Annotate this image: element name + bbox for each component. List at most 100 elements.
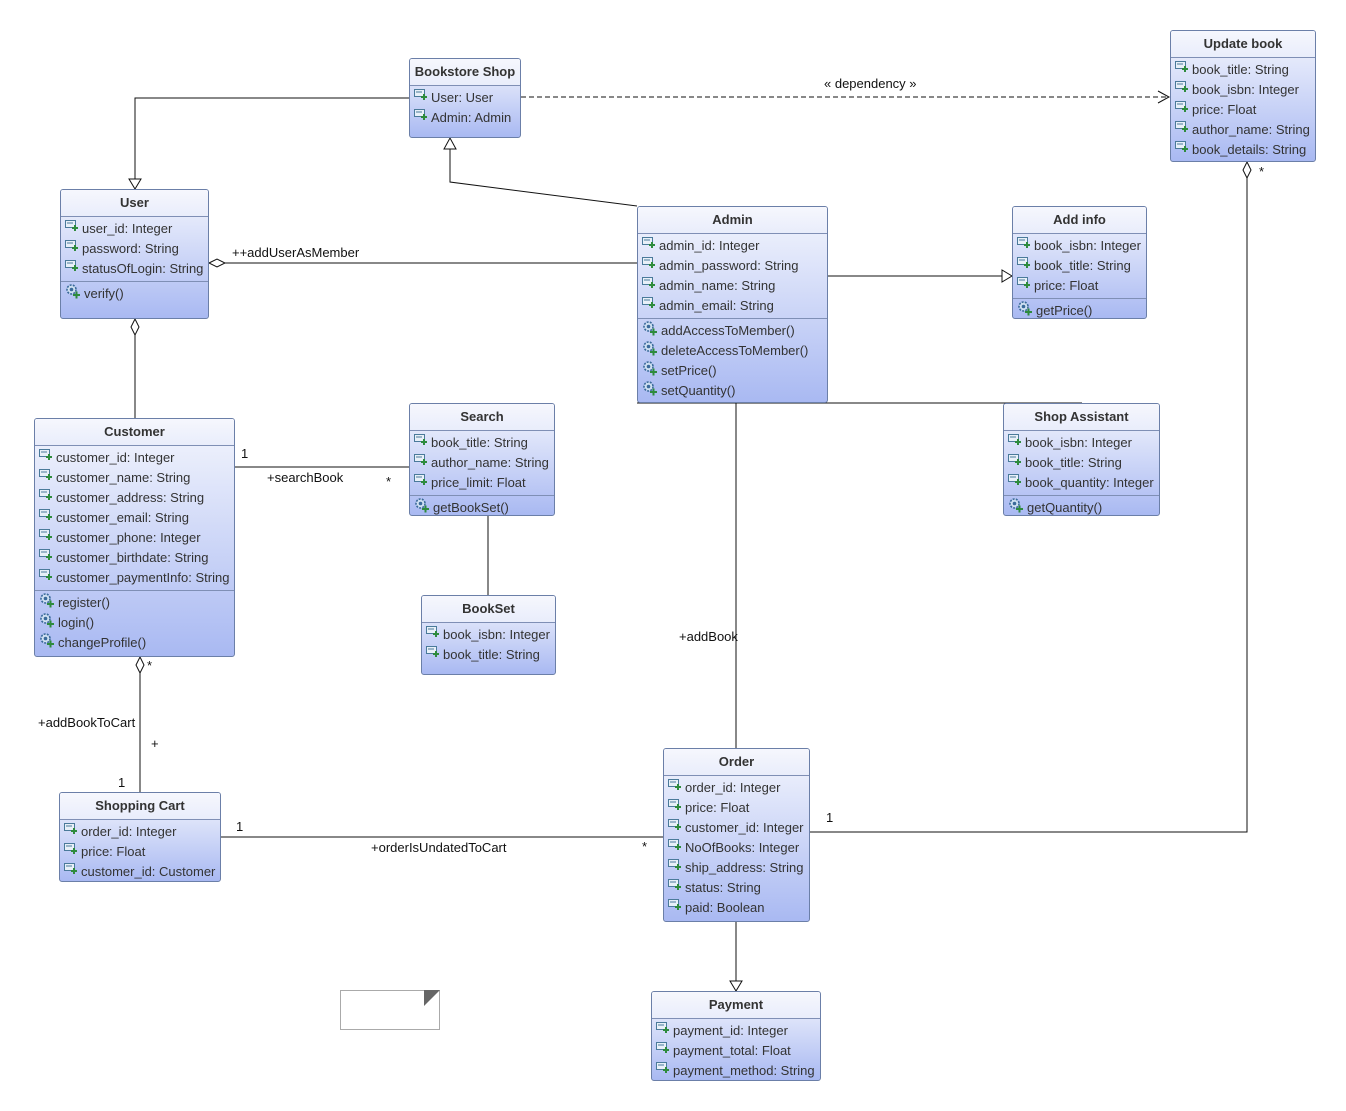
attribute[interactable]: customer_birthdate: String <box>39 548 234 568</box>
attributes-section: order_id: Integer price: Float customer_id… <box>60 820 220 881</box>
operation[interactable]: login() <box>39 613 234 633</box>
operation[interactable]: setQuantity() <box>642 381 827 401</box>
class-addinfo[interactable]: Add info book_isbn: Integer book_title: St… <box>1012 206 1147 319</box>
attribute-text: NoOfBooks: Integer <box>685 840 800 855</box>
attribute-icon <box>39 528 56 548</box>
attribute[interactable]: book_details: String <box>1175 140 1315 160</box>
class-name: BookSet <box>422 596 555 623</box>
attribute[interactable]: customer_id: Integer <box>39 448 234 468</box>
operations-section: addAccessToMember() deleteAccessToMember(… <box>638 318 827 402</box>
attribute[interactable]: customer_email: String <box>39 508 234 528</box>
attribute[interactable]: book_title: String <box>426 645 555 665</box>
attribute[interactable]: book_isbn: Integer <box>1175 80 1315 100</box>
attribute[interactable]: book_title: String <box>414 433 554 453</box>
attribute-text: price: Float <box>685 800 750 815</box>
operation[interactable]: deleteAccessToMember() <box>642 341 827 361</box>
attribute[interactable]: book_isbn: Integer <box>1017 236 1146 256</box>
attribute-text: status: String <box>685 880 761 895</box>
multiplicity-label: 1 <box>236 819 244 834</box>
attribute[interactable]: ship_address: String <box>668 858 809 878</box>
class-update[interactable]: Update book book_title: String book_isbn: … <box>1170 30 1316 162</box>
attribute[interactable]: price: Float <box>668 798 809 818</box>
attribute[interactable]: price: Float <box>1175 100 1315 120</box>
attribute-text: book_isbn: Integer <box>1192 82 1299 97</box>
operation[interactable]: getPrice() <box>1017 301 1146 318</box>
attribute[interactable]: password: String <box>65 239 208 259</box>
multiplicity-label: 1 <box>241 446 249 461</box>
attribute[interactable]: payment_method: String <box>656 1061 820 1080</box>
attribute-text: customer_email: String <box>56 510 189 525</box>
attribute-icon <box>1008 473 1025 493</box>
class-shopassistant[interactable]: Shop Assistant book_isbn: Integer book_tit… <box>1003 403 1160 516</box>
attribute[interactable]: customer_id: Integer <box>668 818 809 838</box>
class-name: Bookstore Shop <box>410 59 520 86</box>
operation[interactable]: verify() <box>65 284 208 304</box>
attribute[interactable]: author_name: String <box>1175 120 1315 140</box>
class-cart[interactable]: Shopping Cart order_id: Integer price: Flo… <box>59 792 221 882</box>
attribute[interactable]: status: String <box>668 878 809 898</box>
attribute[interactable]: Admin: Admin <box>414 108 520 128</box>
attribute[interactable]: author_name: String <box>414 453 554 473</box>
attribute-icon <box>668 838 685 858</box>
attribute-text: customer_id: Integer <box>56 450 175 465</box>
operation-gear-icon <box>414 497 433 515</box>
attribute-text: book_isbn: Integer <box>1025 435 1132 450</box>
operation[interactable]: getBookSet() <box>414 497 554 515</box>
attribute-text: book_title: String <box>431 435 528 450</box>
attribute[interactable]: user_id: Integer <box>65 219 208 239</box>
attribute-icon <box>642 296 659 316</box>
class-bookstore[interactable]: Bookstore Shop User: User Admin: Admin <box>409 58 521 138</box>
attribute[interactable]: price: Float <box>1017 276 1146 296</box>
attribute[interactable]: admin_password: String <box>642 256 827 276</box>
attribute-icon <box>656 1041 673 1061</box>
attribute[interactable]: customer_address: String <box>39 488 234 508</box>
attribute[interactable]: customer_name: String <box>39 468 234 488</box>
attribute[interactable]: payment_total: Float <box>656 1041 820 1061</box>
attribute-icon <box>39 568 56 588</box>
attribute-text: User: User <box>431 90 494 105</box>
attribute[interactable]: book_title: String <box>1017 256 1146 276</box>
operation[interactable]: getQuantity() <box>1008 498 1159 515</box>
attribute-text: order_id: Integer <box>685 780 781 795</box>
operation-text: login() <box>58 615 95 630</box>
attribute[interactable]: paid: Boolean <box>668 898 809 918</box>
attribute[interactable]: admin_email: String <box>642 296 827 316</box>
operation-gear-icon <box>39 632 58 654</box>
attribute[interactable]: book_quantity: Integer <box>1008 473 1159 493</box>
attribute[interactable]: customer_phone: Integer <box>39 528 234 548</box>
association-label: +addBook <box>679 629 738 644</box>
class-payment[interactable]: Payment payment_id: Integer payment_total:… <box>651 991 821 1081</box>
class-search[interactable]: Search book_title: String author_name: Str… <box>409 403 555 516</box>
attribute-icon <box>1017 256 1034 276</box>
attribute[interactable]: book_isbn: Integer <box>1008 433 1159 453</box>
attribute-text: admin_id: Integer <box>659 238 760 253</box>
attribute[interactable]: payment_id: Integer <box>656 1021 820 1041</box>
attribute[interactable]: customer_paymentInfo: String <box>39 568 234 588</box>
attribute[interactable]: customer_id: Customer <box>64 862 220 881</box>
class-order[interactable]: Order order_id: Integer price: Float custom… <box>663 748 810 922</box>
operation[interactable]: changeProfile() <box>39 633 234 653</box>
attribute[interactable]: User: User <box>414 88 520 108</box>
class-user[interactable]: User user_id: Integer password: String stat… <box>60 189 209 319</box>
attribute[interactable]: price_limit: Float <box>414 473 554 493</box>
operation[interactable]: register() <box>39 593 234 613</box>
attribute[interactable]: book_isbn: Integer <box>426 625 555 645</box>
note[interactable] <box>340 990 440 1030</box>
attribute[interactable]: book_title: String <box>1008 453 1159 473</box>
attribute[interactable]: NoOfBooks: Integer <box>668 838 809 858</box>
attribute[interactable]: admin_id: Integer <box>642 236 827 256</box>
attribute[interactable]: price: Float <box>64 842 220 862</box>
operation-gear-icon <box>642 360 661 382</box>
attribute[interactable]: admin_name: String <box>642 276 827 296</box>
operation[interactable]: setPrice() <box>642 361 827 381</box>
attribute-icon <box>668 798 685 818</box>
operation[interactable]: addAccessToMember() <box>642 321 827 341</box>
attribute[interactable]: book_title: String <box>1175 60 1315 80</box>
attribute[interactable]: order_id: Integer <box>668 778 809 798</box>
class-bookset[interactable]: BookSet book_isbn: Integer book_title: Str… <box>421 595 556 675</box>
class-admin[interactable]: Admin admin_id: Integer admin_password: St… <box>637 206 828 403</box>
operations-section: register() login() changeProfile() <box>35 590 234 655</box>
attribute[interactable]: order_id: Integer <box>64 822 220 842</box>
class-customer[interactable]: Customer customer_id: Integer customer_nam… <box>34 418 235 657</box>
attribute[interactable]: statusOfLogin: String <box>65 259 208 279</box>
